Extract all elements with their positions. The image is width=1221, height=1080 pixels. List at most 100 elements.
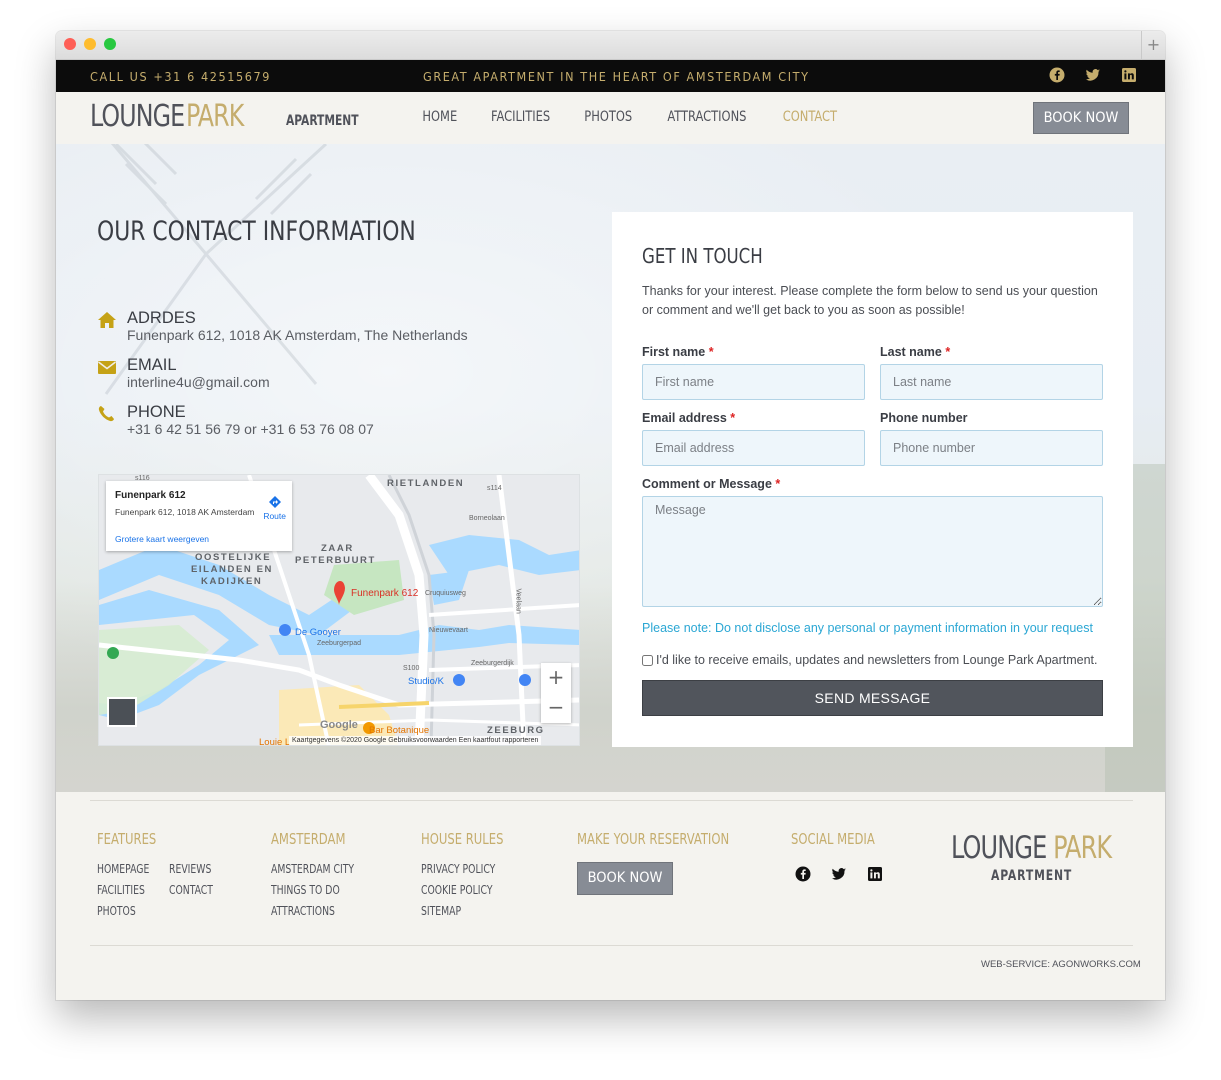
- footer-logo[interactable]: LOUNGE PARK: [951, 830, 1112, 866]
- footer-link-things-to-do[interactable]: THINGS TO DO: [271, 883, 340, 897]
- larger-map-link[interactable]: Grotere kaart weergeven: [115, 534, 209, 544]
- minimize-window-button[interactable]: [84, 38, 96, 50]
- envelope-icon: [98, 361, 116, 374]
- satellite-toggle-button[interactable]: [107, 697, 137, 727]
- linkedin-icon[interactable]: [867, 866, 883, 882]
- twitter-icon[interactable]: [1085, 67, 1101, 83]
- site-footer: FEATURES HOMEPAGE REVIEWS FACILITIES CON…: [56, 792, 1165, 1000]
- phone-label: PHONE: [127, 403, 186, 421]
- phone-block: PHONE +31 6 42 51 56 79 or +31 6 53 76 0…: [97, 403, 517, 443]
- phone-value[interactable]: +31 6 42 51 56 79 or +31 6 53 76 08 07: [127, 421, 374, 437]
- nav-attractions[interactable]: ATTRACTIONS: [668, 109, 747, 125]
- first-name-label: First name *: [642, 345, 714, 359]
- map-poi-studio-k[interactable]: Studio/K: [408, 676, 444, 687]
- map-label-zeeburg: ZEEBURG: [487, 725, 545, 736]
- map-label-eilanden: EILANDEN EN: [191, 564, 273, 575]
- contact-form-card: GET IN TOUCH Thanks for your interest. P…: [612, 212, 1133, 747]
- site-logo[interactable]: LOUNGE PARK APARTMENT: [90, 99, 359, 134]
- route-label: Route: [263, 511, 286, 521]
- newsletter-optin-label: I'd like to receive emails, updates and …: [656, 653, 1098, 667]
- footer-link-sitemap[interactable]: SITEMAP: [421, 904, 461, 918]
- map-label-kadijken: KADIJKEN: [201, 576, 263, 587]
- map-poi-louie[interactable]: Louie L: [259, 737, 290, 745]
- main-navbar: LOUNGE PARK APARTMENT HOME FACILITIES PH…: [56, 92, 1165, 144]
- email-block: EMAIL interline4u@gmail.com: [97, 356, 517, 396]
- footer-amsterdam-heading: AMSTERDAM: [271, 830, 346, 848]
- nav-photos[interactable]: PHOTOS: [584, 109, 632, 125]
- call-us-text[interactable]: CALL US +31 6 42515679: [90, 69, 271, 84]
- map-zoom-controls: + −: [541, 663, 571, 723]
- footer-social-links: [795, 866, 883, 882]
- email-value[interactable]: interline4u@gmail.com: [127, 374, 270, 390]
- facebook-icon[interactable]: [1049, 67, 1065, 83]
- map-pin-label[interactable]: Funenpark 612: [351, 588, 418, 599]
- linkedin-icon[interactable]: [1121, 67, 1137, 83]
- twitter-icon[interactable]: [831, 866, 847, 882]
- google-logo: Google: [320, 719, 358, 731]
- footer-link-homepage[interactable]: HOMEPAGE: [97, 862, 149, 876]
- map-poi-bar-botanique[interactable]: Bar Botanique: [369, 725, 429, 736]
- map-street-borneolaan: Borneolaan: [469, 515, 505, 522]
- send-message-button[interactable]: SEND MESSAGE: [642, 680, 1103, 716]
- newsletter-checkbox[interactable]: [642, 654, 653, 666]
- form-title: GET IN TOUCH: [642, 244, 763, 268]
- first-name-input[interactable]: [642, 364, 865, 400]
- contact-info-title: OUR CONTACT INFORMATION: [97, 216, 416, 247]
- facebook-icon[interactable]: [795, 866, 811, 882]
- nav-contact[interactable]: CONTACT: [783, 109, 837, 125]
- phone-icon: [98, 406, 114, 422]
- map-road-s114: s114: [487, 485, 502, 492]
- footer-reservation-heading: MAKE YOUR RESERVATION: [577, 830, 730, 848]
- map-street-nieuwevaart: Nieuwevaart: [429, 627, 468, 634]
- nav-facilities[interactable]: FACILITIES: [491, 109, 550, 125]
- map-label-zaar: ZAAR: [321, 543, 354, 554]
- map-label-peterbuurt: PETERBUURT: [295, 555, 376, 566]
- address-block: ADRDES Funenpark 612, 1018 AK Amsterdam,…: [97, 309, 517, 349]
- phone-number-input[interactable]: [880, 430, 1103, 466]
- map-street-cruquiusweg: Cruquiusweg: [425, 590, 466, 597]
- footer-link-amsterdam-city[interactable]: AMSTERDAM CITY: [271, 862, 354, 876]
- last-name-label: Last name *: [880, 345, 951, 359]
- message-textarea[interactable]: [642, 496, 1103, 607]
- maximize-window-button[interactable]: [104, 38, 116, 50]
- privacy-note: Please note: Do not disclose any persona…: [642, 621, 1093, 635]
- footer-logo-word-lounge: LOUNGE: [951, 830, 1047, 866]
- footer-link-cookie-policy[interactable]: COOKIE POLICY: [421, 883, 493, 897]
- map-label-rietlanden: RIETLANDEN: [387, 478, 465, 489]
- footer-logo-word-park: PARK: [1053, 830, 1112, 866]
- zoom-out-button[interactable]: −: [541, 693, 571, 723]
- footer-book-now-button[interactable]: BOOK NOW: [577, 862, 673, 895]
- new-tab-button[interactable]: +: [1141, 31, 1165, 60]
- route-button[interactable]: Route: [263, 495, 286, 521]
- contact-section: OUR CONTACT INFORMATION ADRDES Funenpark…: [56, 144, 1165, 792]
- web-service-credit[interactable]: WEB-SERVICE: AGONWORKS.COM: [981, 959, 1141, 970]
- zoom-in-button[interactable]: +: [541, 663, 571, 693]
- footer-link-attractions[interactable]: ATTRACTIONS: [271, 904, 335, 918]
- nav-home[interactable]: HOME: [422, 109, 457, 125]
- map-place-name: Funenpark 612: [115, 490, 186, 501]
- footer-link-reviews[interactable]: REVIEWS: [169, 862, 211, 876]
- logo-word-park: PARK: [186, 99, 244, 134]
- google-map[interactable]: RIETLANDEN ZAAR PETERBUURT OOSTELIJKE EI…: [98, 474, 580, 746]
- logo-word-lounge: LOUNGE: [90, 99, 185, 134]
- footer-link-facilities[interactable]: FACILITIES: [97, 883, 145, 897]
- footer-link-photos[interactable]: PHOTOS: [97, 904, 136, 918]
- footer-link-privacy-policy[interactable]: PRIVACY POLICY: [421, 862, 495, 876]
- browser-window: + CALL US +31 6 42515679 GREAT APARTMENT…: [56, 31, 1165, 1000]
- map-label-oostelijke: OOSTELIJKE: [195, 552, 272, 563]
- newsletter-optin[interactable]: I'd like to receive emails, updates and …: [642, 653, 1098, 667]
- book-now-button[interactable]: BOOK NOW: [1033, 102, 1129, 134]
- last-name-input[interactable]: [880, 364, 1103, 400]
- email-address-label: Email address *: [642, 411, 736, 425]
- top-social-links: [1049, 67, 1137, 83]
- footer-logo-word-apartment: APARTMENT: [991, 868, 1073, 884]
- map-poi-de-gooyer[interactable]: De Gooyer: [295, 627, 341, 638]
- footer-link-contact[interactable]: CONTACT: [169, 883, 213, 897]
- email-address-input[interactable]: [642, 430, 865, 466]
- close-window-button[interactable]: [64, 38, 76, 50]
- map-street-veelaan: Veelaan: [514, 588, 522, 614]
- map-road-s100: S100: [403, 665, 420, 672]
- map-attribution[interactable]: Kaartgegevens ©2020 Google Gebruiksvoorw…: [289, 736, 542, 745]
- message-label: Comment or Message *: [642, 477, 781, 491]
- tagline: GREAT APARTMENT IN THE HEART OF AMSTERDA…: [423, 69, 810, 84]
